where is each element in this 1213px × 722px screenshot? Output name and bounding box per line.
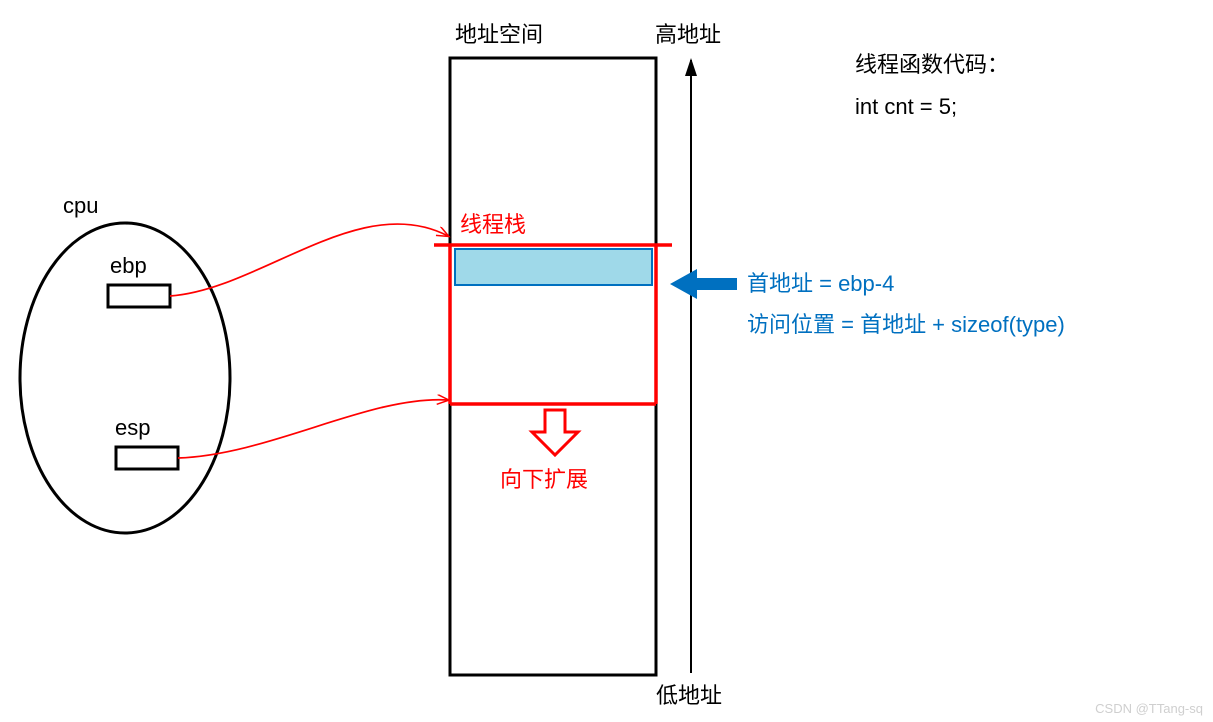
label-high-address: 高地址 xyxy=(655,22,721,47)
ebp-arrow xyxy=(170,224,448,296)
label-ebp: ebp xyxy=(110,253,147,278)
label-code-title: 线程函数代码： xyxy=(855,52,1009,77)
label-cpu: cpu xyxy=(63,193,98,218)
esp-register xyxy=(116,447,178,469)
label-low-address: 低地址 xyxy=(656,683,722,708)
address-space-rect xyxy=(450,58,656,675)
label-code-line1: int cnt = 5; xyxy=(855,94,957,119)
label-address-space: 地址空间 xyxy=(455,22,543,47)
label-formula-1: 首地址 = ebp-4 xyxy=(747,271,894,296)
label-thread-stack: 线程栈 xyxy=(460,212,526,237)
variable-region xyxy=(455,249,652,285)
blue-pointer-arrow xyxy=(670,269,737,299)
expand-down-arrow xyxy=(532,410,578,455)
label-formula-2: 访问位置 = 首地址 + sizeof(type) xyxy=(747,312,1065,337)
watermark: CSDN @TTang-sq xyxy=(1095,701,1203,716)
label-expand-down: 向下扩展 xyxy=(500,467,588,492)
ebp-register xyxy=(108,285,170,307)
label-esp: esp xyxy=(115,415,150,440)
